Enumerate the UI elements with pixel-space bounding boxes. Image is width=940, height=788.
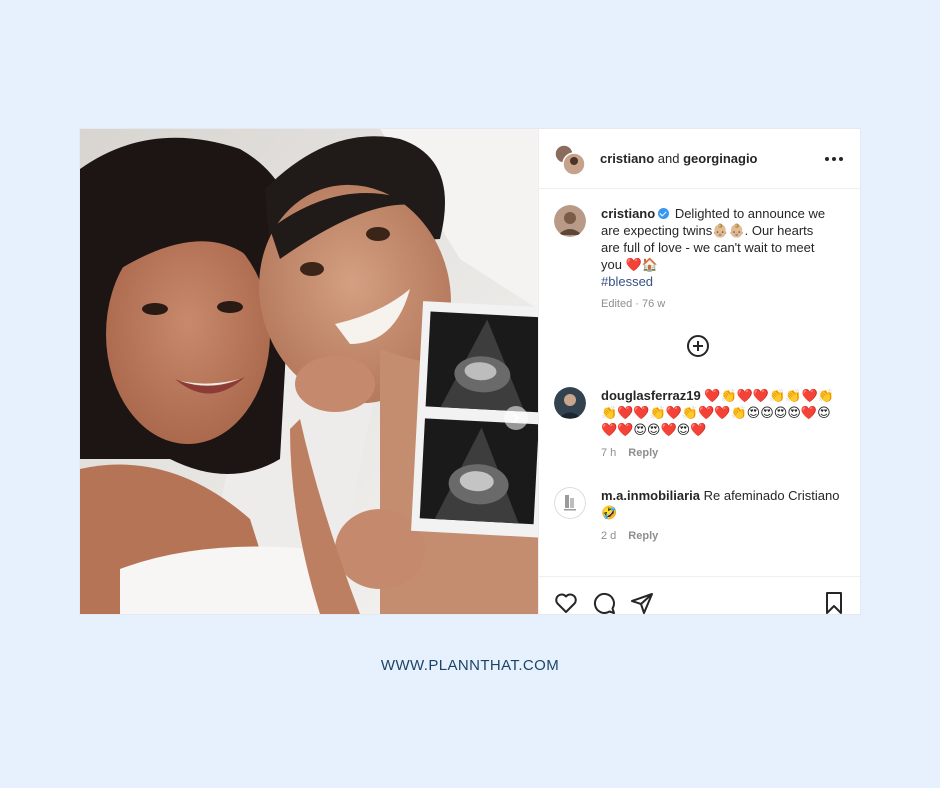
more-icon (839, 157, 843, 161)
save-button[interactable] (822, 591, 846, 614)
more-options-button[interactable] (825, 151, 843, 167)
comment-body: m.a.inmobiliaria Re afeminado Cristiano … (601, 487, 841, 545)
header-usernames: cristiano and georginagio (600, 151, 758, 166)
comment-meta: 2 d Reply (601, 528, 841, 545)
comment-body: douglasferraz19 ❤️👏❤️❤️👏👏❤️👏👏❤️❤️👏❤️👏❤️❤… (601, 387, 841, 462)
comment-avatar[interactable] (554, 387, 586, 419)
next-photo-button[interactable] (504, 406, 528, 430)
header-avatar[interactable] (554, 144, 586, 176)
header-and: and (654, 151, 684, 166)
comment-meta: 7 h Reply (601, 445, 841, 462)
load-more-comments-button[interactable] (686, 334, 710, 358)
share-button[interactable] (630, 591, 654, 614)
reply-button[interactable]: Reply (628, 445, 658, 462)
post-actions-bar (539, 576, 860, 614)
comment-avatar[interactable] (554, 487, 586, 519)
selfie-image (80, 129, 538, 614)
post-header: cristiano and georginagio (539, 129, 860, 189)
comment-username[interactable]: douglasferraz19 (601, 388, 701, 403)
more-icon (832, 157, 836, 161)
comment-time: 7 h (601, 447, 617, 459)
instagram-post-card: cristiano and georginagio cristiano Deli… (80, 129, 860, 614)
reply-button[interactable]: Reply (628, 528, 658, 545)
header-user2[interactable]: georginagio (683, 151, 757, 166)
like-icon (555, 593, 577, 613)
caption-username[interactable]: cristiano (601, 206, 655, 221)
comment-time: 2 d (601, 530, 617, 542)
caption-avatar[interactable] (554, 205, 586, 237)
footer-url[interactable]: WWW.PLANNTHAT.COM (0, 657, 940, 674)
header-user1[interactable]: cristiano (600, 151, 654, 166)
share-icon (631, 593, 653, 614)
caption-meta: Edited · 76 w (601, 298, 666, 310)
like-button[interactable] (554, 591, 578, 614)
comment-button[interactable] (592, 591, 616, 614)
post-photo[interactable] (80, 129, 538, 614)
more-icon (825, 157, 829, 161)
post-sidebar: cristiano and georginagio cristiano Deli… (538, 129, 860, 614)
add-comment-icon (687, 335, 709, 357)
caption-text-block: cristiano Delighted to announce we are e… (601, 205, 831, 313)
save-icon (826, 592, 842, 614)
hashtag-link[interactable]: #blessed (601, 274, 653, 289)
next-arrow-icon (513, 413, 520, 423)
comment-icon (593, 592, 615, 614)
verified-badge-icon (658, 208, 670, 219)
comment-username[interactable]: m.a.inmobiliaria (601, 488, 700, 503)
